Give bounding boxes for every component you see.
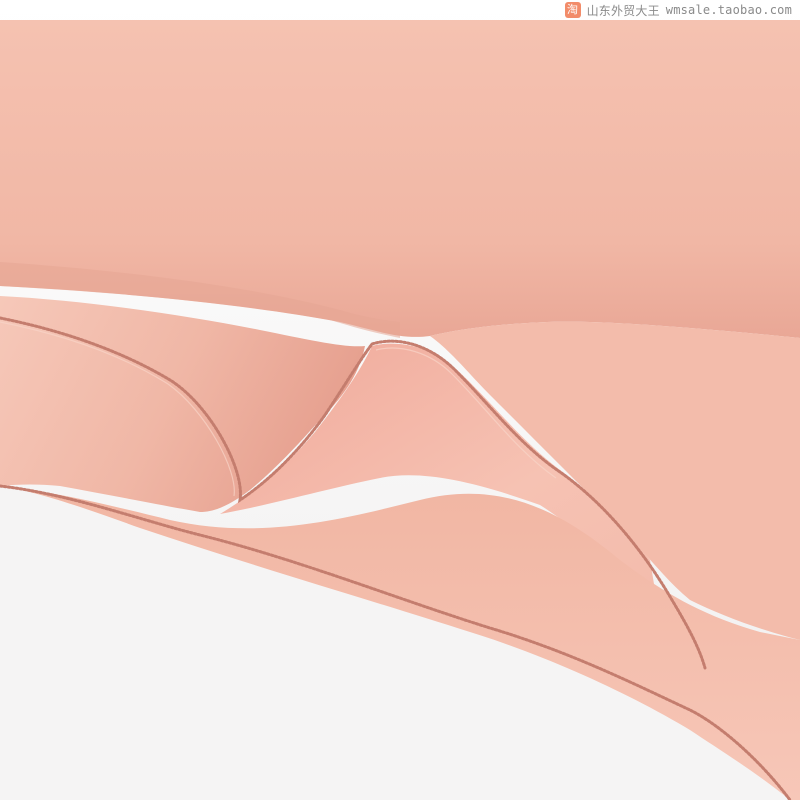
fabric-photo-illustration <box>0 0 800 800</box>
shop-name: 山东外贸大王 <box>586 3 660 18</box>
shop-url: wmsale.taobao.com <box>665 3 792 17</box>
taobao-logo-icon: 淘 <box>564 2 581 18</box>
product-photo: 淘 山东外贸大王 wmsale.taobao.com <box>0 0 800 800</box>
shop-watermark: 淘 山东外贸大王 wmsale.taobao.com <box>564 0 792 20</box>
